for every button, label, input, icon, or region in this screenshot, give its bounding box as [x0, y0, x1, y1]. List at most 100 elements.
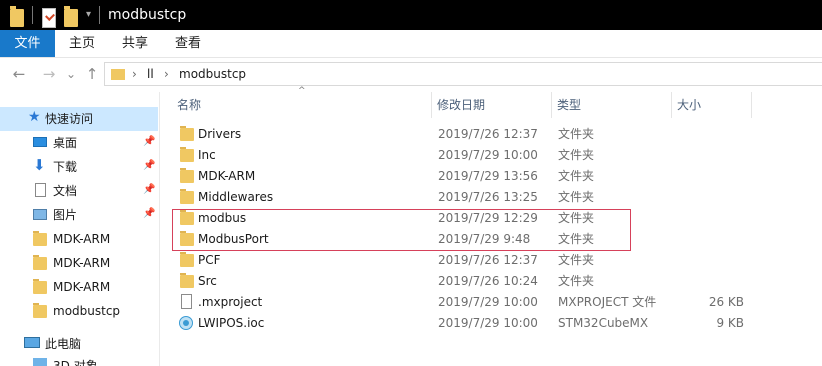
sidebar-item-label: 此电脑 — [45, 337, 82, 351]
file-date: 2019/7/26 12:37 — [438, 253, 538, 267]
sidebar-item-label: 下载 — [53, 160, 78, 174]
file-name: Drivers — [198, 127, 242, 141]
sidebar-item-downloads[interactable]: ⬇ 下载 📌 — [0, 155, 158, 179]
back-button[interactable]: ← — [8, 64, 30, 84]
sidebar-item-label: MDK-ARM — [53, 256, 111, 270]
file-row-mdk-arm[interactable]: MDK-ARM 2019/7/29 13:56 文件夹 — [172, 166, 822, 187]
folder-icon — [33, 255, 47, 270]
breadcrumb-root[interactable]: ll — [147, 66, 154, 82]
sidebar-item-label: 图片 — [53, 208, 78, 222]
file-name: MDK-ARM — [198, 169, 256, 183]
column-header-type[interactable]: 类型 — [557, 92, 581, 118]
sidebar-item-documents[interactable]: 文档 📌 — [0, 179, 158, 203]
file-date: 2019/7/26 12:37 — [438, 127, 538, 141]
folder-icon — [111, 69, 125, 80]
chevron-right-icon[interactable]: › — [164, 66, 169, 82]
column-separator[interactable] — [431, 92, 432, 118]
file-size: 26 KB — [708, 295, 744, 309]
file-name: PCF — [198, 253, 221, 267]
sidebar-item-3d-objects[interactable]: 3D 对象 — [0, 354, 158, 366]
sidebar-item-this-pc[interactable]: 此电脑 — [0, 332, 158, 356]
sidebar-item-desktop[interactable]: 桌面 📌 — [0, 131, 158, 155]
file-row-pcf[interactable]: PCF 2019/7/26 12:37 文件夹 — [172, 250, 822, 271]
file-type: 文件夹 — [558, 253, 595, 267]
star-icon: ★ — [28, 109, 41, 125]
column-separator[interactable] — [671, 92, 672, 118]
sidebar-item-label: 快速访问 — [45, 112, 94, 126]
toolbar-separator — [32, 6, 33, 24]
tab-home[interactable]: 主页 — [60, 30, 104, 57]
file-type: MXPROJECT 文件 — [558, 295, 657, 309]
file-date: 2019/7/26 13:25 — [438, 190, 538, 204]
chevron-right-icon[interactable]: › — [132, 66, 137, 82]
column-separator[interactable] — [551, 92, 552, 118]
quick-access-dropdown-icon[interactable]: ▾ — [86, 6, 91, 24]
sidebar-item-label: 桌面 — [53, 136, 78, 150]
folder-icon — [180, 168, 194, 183]
cube-icon — [33, 358, 47, 366]
desktop-icon — [33, 137, 47, 147]
file-date: 2019/7/29 10:00 — [438, 316, 538, 330]
file-type: 文件夹 — [558, 190, 595, 204]
file-name: .mxproject — [198, 295, 263, 309]
file-row-mxproject[interactable]: .mxproject 2019/7/29 10:00 MXPROJECT 文件 … — [172, 292, 822, 313]
forward-button[interactable]: → — [38, 64, 60, 84]
sidebar-item-modbustcp[interactable]: modbustcp — [0, 299, 158, 323]
folder-icon — [180, 189, 194, 204]
tab-view[interactable]: 查看 — [166, 30, 210, 57]
sidebar-item-mdk-arm[interactable]: MDK-ARM — [0, 275, 158, 299]
sidebar-item-quick-access[interactable]: ★ 快速访问 — [0, 107, 158, 131]
column-header-date[interactable]: 修改日期 — [437, 92, 485, 118]
properties-icon[interactable] — [42, 8, 56, 28]
tab-file[interactable]: 文件 — [0, 30, 55, 57]
sidebar-item-label: modbustcp — [53, 304, 121, 318]
file-name: LWIPOS.ioc — [198, 316, 265, 330]
sort-ascending-icon: ^ — [298, 86, 306, 96]
navigation-bar: ← → ⌄ ↑ › ll › modbustcp — [0, 58, 822, 90]
download-icon: ⬇ — [33, 156, 46, 174]
file-row-drivers[interactable]: Drivers 2019/7/26 12:37 文件夹 — [172, 124, 822, 145]
file-type: 文件夹 — [558, 274, 595, 288]
pictures-icon — [33, 209, 47, 220]
column-separator[interactable] — [751, 92, 752, 118]
folder-icon — [33, 279, 47, 294]
file-name: Middlewares — [198, 190, 274, 204]
sidebar-item-label: MDK-ARM — [53, 232, 111, 246]
up-button[interactable]: ↑ — [82, 64, 102, 84]
sidebar-item-label: 文档 — [53, 184, 78, 198]
toolbar-separator — [99, 6, 100, 24]
file-row-lwipos-ioc[interactable]: LWIPOS.ioc 2019/7/29 10:00 STM32CubeMX 9… — [172, 313, 822, 334]
sidebar-item-mdk-arm[interactable]: MDK-ARM — [0, 251, 158, 275]
folder-icon — [180, 273, 194, 288]
file-row-inc[interactable]: Inc 2019/7/29 10:00 文件夹 — [172, 145, 822, 166]
address-bar[interactable]: › ll › modbustcp — [104, 62, 822, 86]
file-type: 文件夹 — [558, 148, 595, 162]
documents-icon — [35, 183, 46, 197]
folder-icon — [33, 303, 47, 318]
file-row-src[interactable]: Src 2019/7/26 10:24 文件夹 — [172, 271, 822, 292]
pin-icon[interactable]: 📌 — [143, 136, 155, 147]
recent-locations-button[interactable]: ⌄ — [64, 64, 78, 84]
file-date: 2019/7/29 10:00 — [438, 148, 538, 162]
pin-icon[interactable]: 📌 — [143, 160, 155, 171]
pin-icon[interactable]: 📌 — [143, 184, 155, 195]
pane-divider[interactable] — [159, 92, 160, 366]
sidebar-item-mdk-arm[interactable]: MDK-ARM — [0, 227, 158, 251]
pin-icon[interactable]: 📌 — [143, 208, 155, 219]
file-row-middlewares[interactable]: Middlewares 2019/7/26 13:25 文件夹 — [172, 187, 822, 208]
folder-icon — [180, 252, 194, 267]
column-header-name[interactable]: 名称 — [177, 92, 201, 118]
column-header-size[interactable]: 大小 — [677, 92, 701, 118]
file-date: 2019/7/29 13:56 — [438, 169, 538, 183]
tab-share[interactable]: 共享 — [113, 30, 157, 57]
navigation-pane: ★ 快速访问 桌面 📌 ⬇ 下载 📌 文档 📌 图片 📌 MDK-ARM MDK… — [0, 92, 158, 366]
title-bar: ▾ modbustcp — [0, 0, 822, 30]
new-folder-icon[interactable] — [64, 6, 78, 27]
file-icon — [181, 294, 192, 309]
folder-icon[interactable] — [10, 6, 24, 27]
file-type: 文件夹 — [558, 169, 595, 183]
breadcrumb-current[interactable]: modbustcp — [179, 66, 246, 82]
file-type: STM32CubeMX — [558, 316, 649, 330]
highlight-annotation — [172, 209, 631, 251]
sidebar-item-pictures[interactable]: 图片 📌 — [0, 203, 158, 227]
